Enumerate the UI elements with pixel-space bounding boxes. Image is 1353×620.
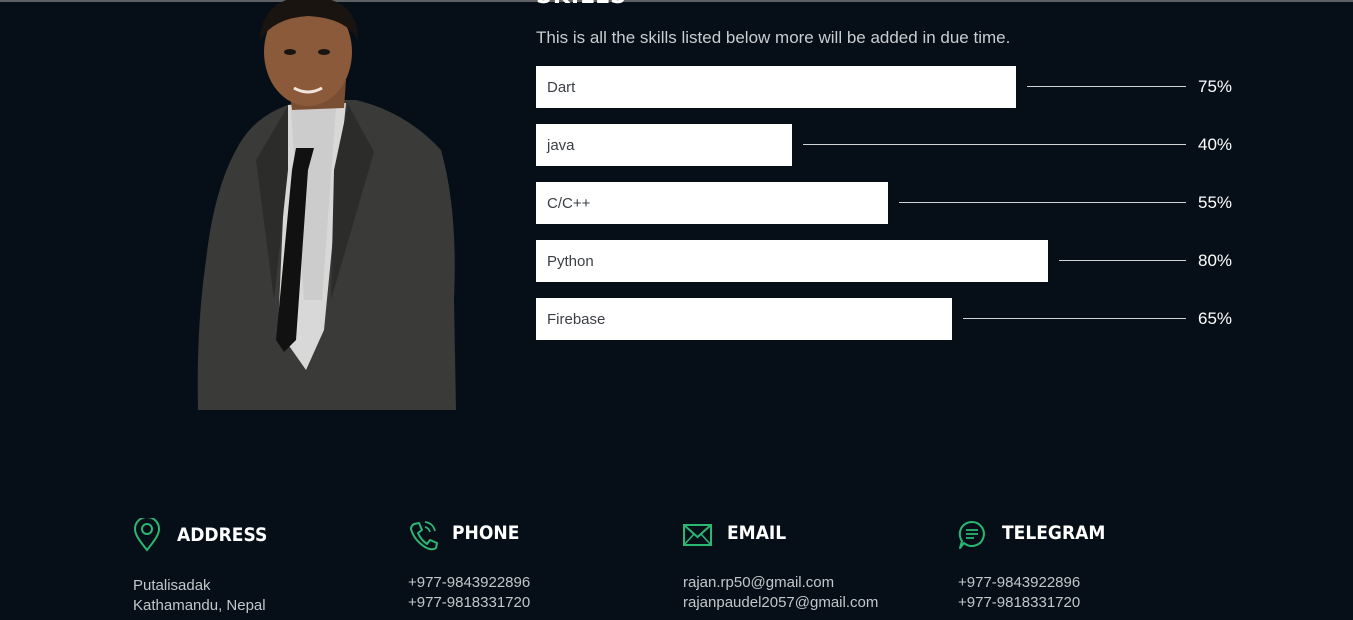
phone-number[interactable]: +977-9843922896 xyxy=(408,573,530,593)
skill-percent: 40% xyxy=(1198,135,1233,154)
skill-bar: java xyxy=(536,124,792,166)
skill-percent: 80% xyxy=(1198,251,1233,270)
page: SKILLS This is all the skills listed bel… xyxy=(0,0,1353,620)
skill-row: Firebase 65% xyxy=(536,298,1236,340)
address-title: ADDRESS xyxy=(177,524,268,546)
telegram-number[interactable]: +977-9843922896 xyxy=(958,573,1080,593)
email-address[interactable]: rajan.rp50@gmail.com xyxy=(683,573,878,593)
telegram-lines: +977-9843922896 +977-9818331720 xyxy=(958,573,1080,613)
email-address[interactable]: rajanpaudel2057@gmail.com xyxy=(683,593,878,613)
skill-percent: 55% xyxy=(1198,193,1233,212)
skill-connector-line xyxy=(803,144,1186,145)
skill-name: C/C++ xyxy=(547,194,591,212)
skills-heading: SKILLS xyxy=(536,0,627,9)
skill-connector-line xyxy=(963,318,1186,319)
phone-number[interactable]: +977-9818331720 xyxy=(408,593,530,613)
skill-name: java xyxy=(547,136,575,154)
email-lines: rajan.rp50@gmail.com rajanpaudel2057@gma… xyxy=(683,573,878,613)
skill-bar: C/C++ xyxy=(536,182,888,224)
phone-icon xyxy=(410,521,438,551)
skills-description: This is all the skills listed below more… xyxy=(536,28,1011,47)
chat-bubble-icon xyxy=(958,520,985,549)
skill-row: Python 80% xyxy=(536,240,1236,282)
envelope-icon xyxy=(683,524,712,546)
skill-percent: 65% xyxy=(1198,309,1233,328)
map-pin-icon xyxy=(133,518,161,552)
skill-name: Dart xyxy=(547,78,576,96)
skill-name: Firebase xyxy=(547,310,606,328)
skill-bar: Firebase xyxy=(536,298,952,340)
phone-title: PHONE xyxy=(452,522,520,544)
email-title: EMAIL xyxy=(727,522,787,544)
skill-connector-line xyxy=(899,202,1186,203)
skill-bar: Python xyxy=(536,240,1048,282)
telegram-number[interactable]: +977-9818331720 xyxy=(958,593,1080,613)
address-lines: Putalisadak Kathamandu, Nepal xyxy=(133,576,266,616)
telegram-title: TELEGRAM xyxy=(1002,522,1106,544)
skill-row: java 40% xyxy=(536,124,1236,166)
skill-bar: Dart xyxy=(536,66,1016,108)
address-line: Putalisadak xyxy=(133,577,211,594)
skill-connector-line xyxy=(1027,86,1186,87)
skill-name: Python xyxy=(547,252,594,270)
skill-row: Dart 75% xyxy=(536,66,1236,108)
skill-connector-line xyxy=(1059,260,1186,261)
address-line: Kathamandu, Nepal xyxy=(133,597,266,614)
skill-row: C/C++ 55% xyxy=(536,182,1236,224)
phone-lines: +977-9843922896 +977-9818331720 xyxy=(408,573,530,613)
profile-photo xyxy=(197,0,456,410)
skill-percent: 75% xyxy=(1198,77,1233,96)
